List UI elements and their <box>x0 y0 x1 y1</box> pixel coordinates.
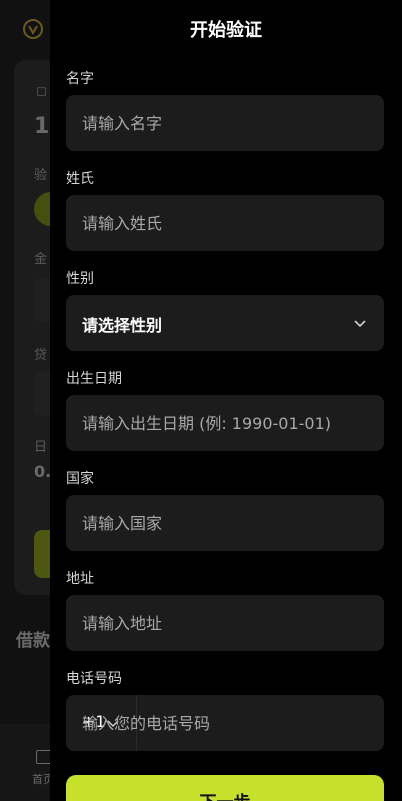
country-field <box>66 495 384 551</box>
dob-input[interactable] <box>66 395 384 451</box>
chevron-down-icon <box>354 320 366 328</box>
drawer-title: 开始验证 <box>190 20 262 41</box>
first-name-input[interactable] <box>66 95 384 151</box>
dob-label: 出生日期 <box>66 371 122 387</box>
last-name-label: 姓氏 <box>66 171 94 187</box>
phone-input[interactable] <box>66 695 384 751</box>
shield-logo-icon <box>23 19 43 39</box>
verification-drawer: 开始验证 名字 姓氏 性别 请选择性别 出生日期 国家 地址 电话号码 +1 <box>50 0 402 801</box>
country-input[interactable] <box>66 495 384 551</box>
bg-lock-icon: ◻ <box>36 84 47 99</box>
dob-field <box>66 395 384 451</box>
bg-fragment-2: 金 <box>34 252 48 267</box>
next-button[interactable]: 下一步 <box>66 775 384 801</box>
first-name-field <box>66 95 384 151</box>
address-field <box>66 595 384 651</box>
gender-select[interactable]: 请选择性别 <box>66 295 384 351</box>
bg-fragment-1: 验 <box>34 168 48 183</box>
first-name-label: 名字 <box>66 71 94 87</box>
bg-section-title: 借款 <box>16 631 50 651</box>
bg-fragment-3: 贷 <box>34 348 48 363</box>
gender-select-value: 请选择性别 <box>82 316 163 335</box>
bg-big-number: 1 <box>34 114 50 139</box>
gender-label: 性别 <box>66 271 94 287</box>
last-name-field <box>66 195 384 251</box>
phone-field: +1 <box>66 695 384 751</box>
bg-fragment-4: 日 <box>34 440 48 455</box>
address-label: 地址 <box>66 571 94 587</box>
country-label: 国家 <box>66 471 94 487</box>
address-input[interactable] <box>66 595 384 651</box>
bg-small-value: 0. <box>34 462 52 481</box>
phone-label: 电话号码 <box>66 671 122 687</box>
last-name-input[interactable] <box>66 195 384 251</box>
